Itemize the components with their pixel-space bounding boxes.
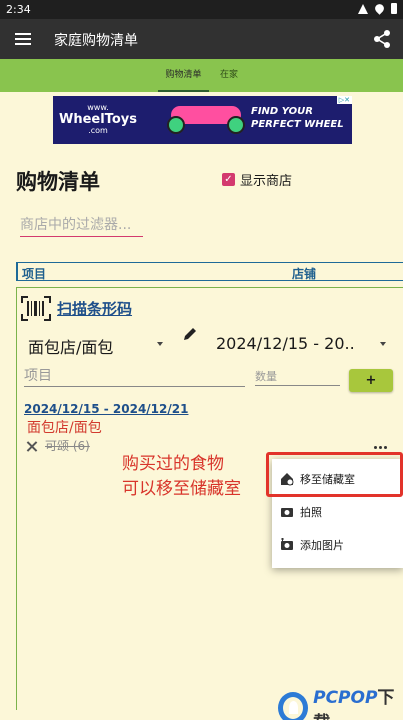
scan-barcode-link[interactable]: 扫描条形码	[57, 298, 132, 319]
date-range-select[interactable]: 2024/12/15 - 20..	[216, 334, 386, 356]
column-header: 项目 店铺	[16, 262, 403, 281]
item-input[interactable]	[24, 365, 245, 387]
wifi-icon	[373, 2, 386, 15]
signal-icon	[358, 3, 368, 14]
menu-icon[interactable]	[12, 29, 34, 49]
menu-item-add-image[interactable]: 添加图片	[272, 529, 403, 561]
list-shop-label: 面包店/面包	[27, 420, 102, 436]
shop-filter-input[interactable]	[20, 213, 143, 237]
dropdown-arrow-icon	[380, 342, 386, 346]
category-select[interactable]: 面包店/面包	[28, 334, 163, 357]
tab-shopping-list[interactable]: 购物清单	[158, 59, 209, 92]
app-title: 家庭购物清单	[54, 33, 138, 49]
camera-icon	[281, 508, 293, 517]
item-name: 可颂 (6)	[45, 439, 90, 453]
annotation-text: 购买过的食物 可以移至储藏室	[122, 454, 241, 499]
pcpop-logo-icon	[278, 692, 309, 720]
dropdown-arrow-icon	[157, 342, 163, 346]
watermark: PCPOP下载	[278, 683, 403, 720]
add-item-button[interactable]: +	[349, 369, 393, 392]
show-shops-label: 显示商店	[240, 174, 293, 189]
list-date-header[interactable]: 2024/12/15 - 2024/12/21	[24, 402, 188, 416]
ad-banner[interactable]: www. WheelToys .com FIND YOUR PERFECT WH…	[53, 96, 352, 144]
ad-logo: www. WheelToys .com	[59, 103, 137, 136]
ad-choices-icon[interactable]: ▷✕	[336, 96, 352, 104]
add-photo-icon	[281, 538, 293, 550]
show-shops-checkbox[interactable]: ✓ 显示商店	[222, 170, 292, 189]
highlight-box	[266, 452, 403, 497]
status-icons	[358, 2, 397, 15]
list-item[interactable]: 可颂 (6)	[26, 437, 90, 454]
checkbox-checked-icon: ✓	[222, 173, 235, 186]
quantity-input[interactable]	[255, 368, 340, 386]
hoverboard-image	[167, 106, 245, 134]
status-bar: 2:34	[0, 0, 403, 19]
menu-item-take-photo[interactable]: 拍照	[272, 496, 403, 528]
column-shop: 店铺	[292, 267, 317, 281]
status-time: 2:34	[6, 3, 31, 16]
category-value: 面包店/面包	[28, 338, 114, 357]
tab-at-home[interactable]: 在家	[213, 59, 245, 92]
share-icon[interactable]	[373, 29, 391, 49]
barcode-icon[interactable]	[21, 296, 51, 321]
tab-bar: 购物清单 在家	[0, 59, 403, 92]
date-range-value: 2024/12/15 - 20..	[216, 334, 355, 353]
remove-icon[interactable]	[26, 440, 38, 452]
battery-icon	[391, 3, 397, 14]
ad-headline: FIND YOUR PERFECT WHEEL	[251, 106, 344, 130]
column-item: 项目	[22, 267, 47, 281]
pencil-icon[interactable]	[183, 327, 197, 341]
watermark-text: PCPOP下载	[313, 688, 395, 720]
app-bar: 家庭购物清单	[0, 19, 403, 59]
page-title: 购物清单	[16, 170, 100, 194]
